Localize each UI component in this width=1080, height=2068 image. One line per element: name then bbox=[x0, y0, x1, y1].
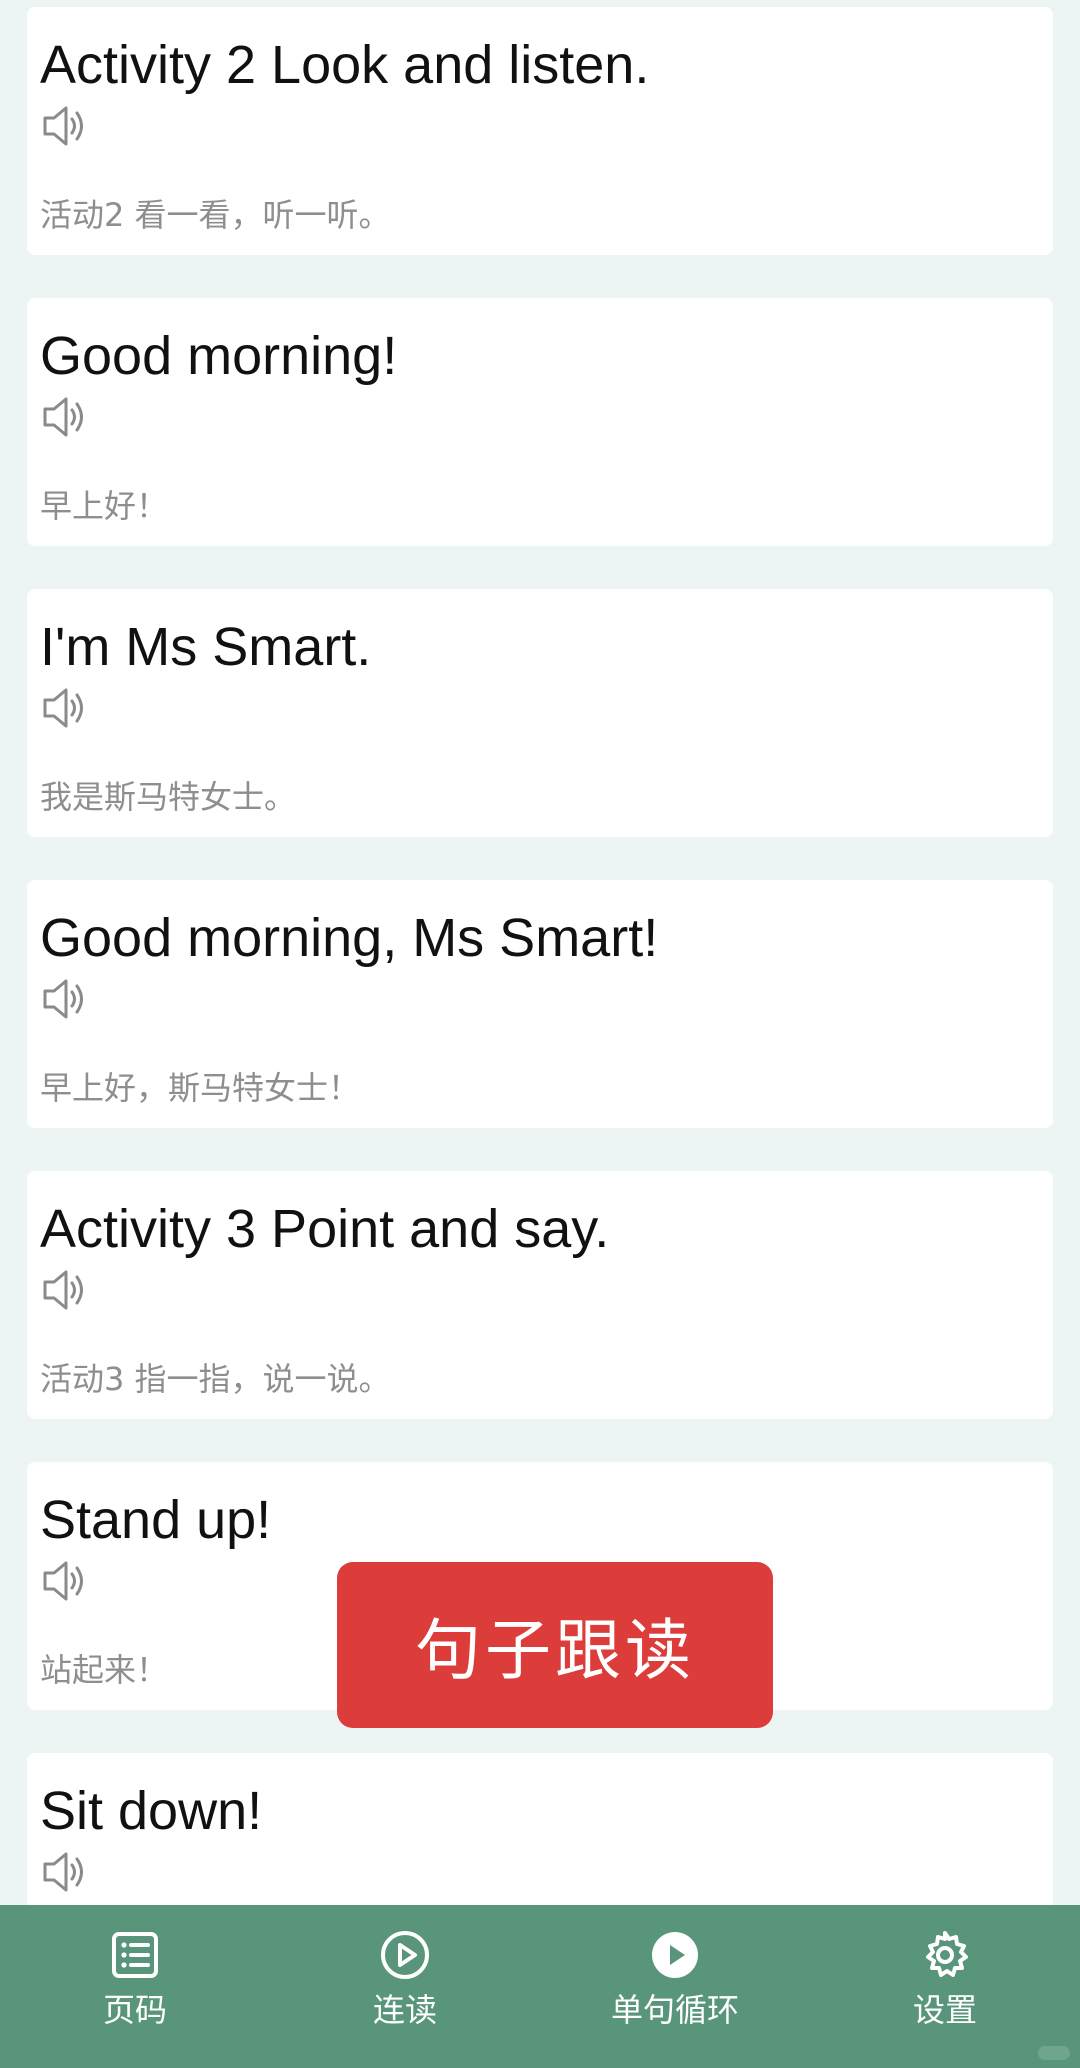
sentence-card[interactable]: Good morning! 早上好！ bbox=[27, 298, 1053, 546]
nav-settings[interactable]: 设置 bbox=[810, 1905, 1080, 2068]
speaker-icon[interactable] bbox=[41, 1265, 91, 1315]
nav-single-loop[interactable]: 单句循环 bbox=[540, 1905, 810, 2068]
english-sentence: Sit down! bbox=[40, 1781, 263, 1841]
nav-label: 设置 bbox=[912, 1991, 977, 2029]
nav-label: 单句循环 bbox=[610, 1991, 739, 2029]
english-sentence: Activity 2 Look and listen. bbox=[40, 35, 650, 95]
nav-label: 页码 bbox=[102, 1991, 167, 2029]
play-filled-icon bbox=[652, 1932, 698, 1978]
nav-page-number[interactable]: 页码 bbox=[0, 1905, 270, 2068]
speaker-icon[interactable] bbox=[41, 683, 91, 733]
nav-label: 连读 bbox=[372, 1991, 437, 2029]
bottom-navigation: 页码 连读 单句循环 设置 bbox=[0, 1905, 1080, 2068]
speaker-icon[interactable] bbox=[41, 392, 91, 442]
list-icon bbox=[112, 1932, 158, 1978]
speaker-icon[interactable] bbox=[41, 1556, 91, 1606]
chinese-translation: 站起来！ bbox=[40, 1651, 169, 1689]
chinese-translation: 活动3 指一指，说一说。 bbox=[40, 1360, 391, 1398]
sentence-card[interactable]: I'm Ms Smart. 我是斯马特女士。 bbox=[27, 589, 1053, 837]
sentence-list[interactable]: Activity 2 Look and listen. 活动2 看一看，听一听。… bbox=[0, 0, 1080, 1905]
watermark-badge bbox=[1038, 2046, 1070, 2060]
speaker-icon[interactable] bbox=[41, 974, 91, 1024]
sentence-card[interactable]: Good morning, Ms Smart! 早上好，斯马特女士！ bbox=[27, 880, 1053, 1128]
sentence-card[interactable]: Activity 3 Point and say. 活动3 指一指，说一说。 bbox=[27, 1171, 1053, 1419]
speaker-icon[interactable] bbox=[41, 1847, 91, 1897]
chinese-translation: 我是斯马特女士。 bbox=[40, 778, 297, 816]
sentence-repeat-toast: 句子跟读 bbox=[337, 1562, 773, 1728]
sentence-card[interactable]: Activity 2 Look and listen. 活动2 看一看，听一听。 bbox=[27, 7, 1053, 255]
english-sentence: Activity 3 Point and say. bbox=[40, 1199, 610, 1259]
speaker-icon[interactable] bbox=[41, 101, 91, 151]
english-sentence: Stand up! bbox=[40, 1490, 272, 1550]
chinese-translation: 早上好，斯马特女士！ bbox=[40, 1069, 361, 1107]
sentence-card[interactable]: Sit down! bbox=[27, 1753, 1053, 1905]
chinese-translation: 早上好！ bbox=[40, 487, 169, 525]
play-outline-icon bbox=[381, 1931, 429, 1979]
english-sentence: I'm Ms Smart. bbox=[40, 617, 372, 677]
chinese-translation: 活动2 看一看，听一听。 bbox=[40, 196, 391, 234]
nav-continuous-read[interactable]: 连读 bbox=[270, 1905, 540, 2068]
english-sentence: Good morning, Ms Smart! bbox=[40, 908, 659, 968]
gear-icon bbox=[926, 1931, 968, 1977]
english-sentence: Good morning! bbox=[40, 326, 398, 386]
